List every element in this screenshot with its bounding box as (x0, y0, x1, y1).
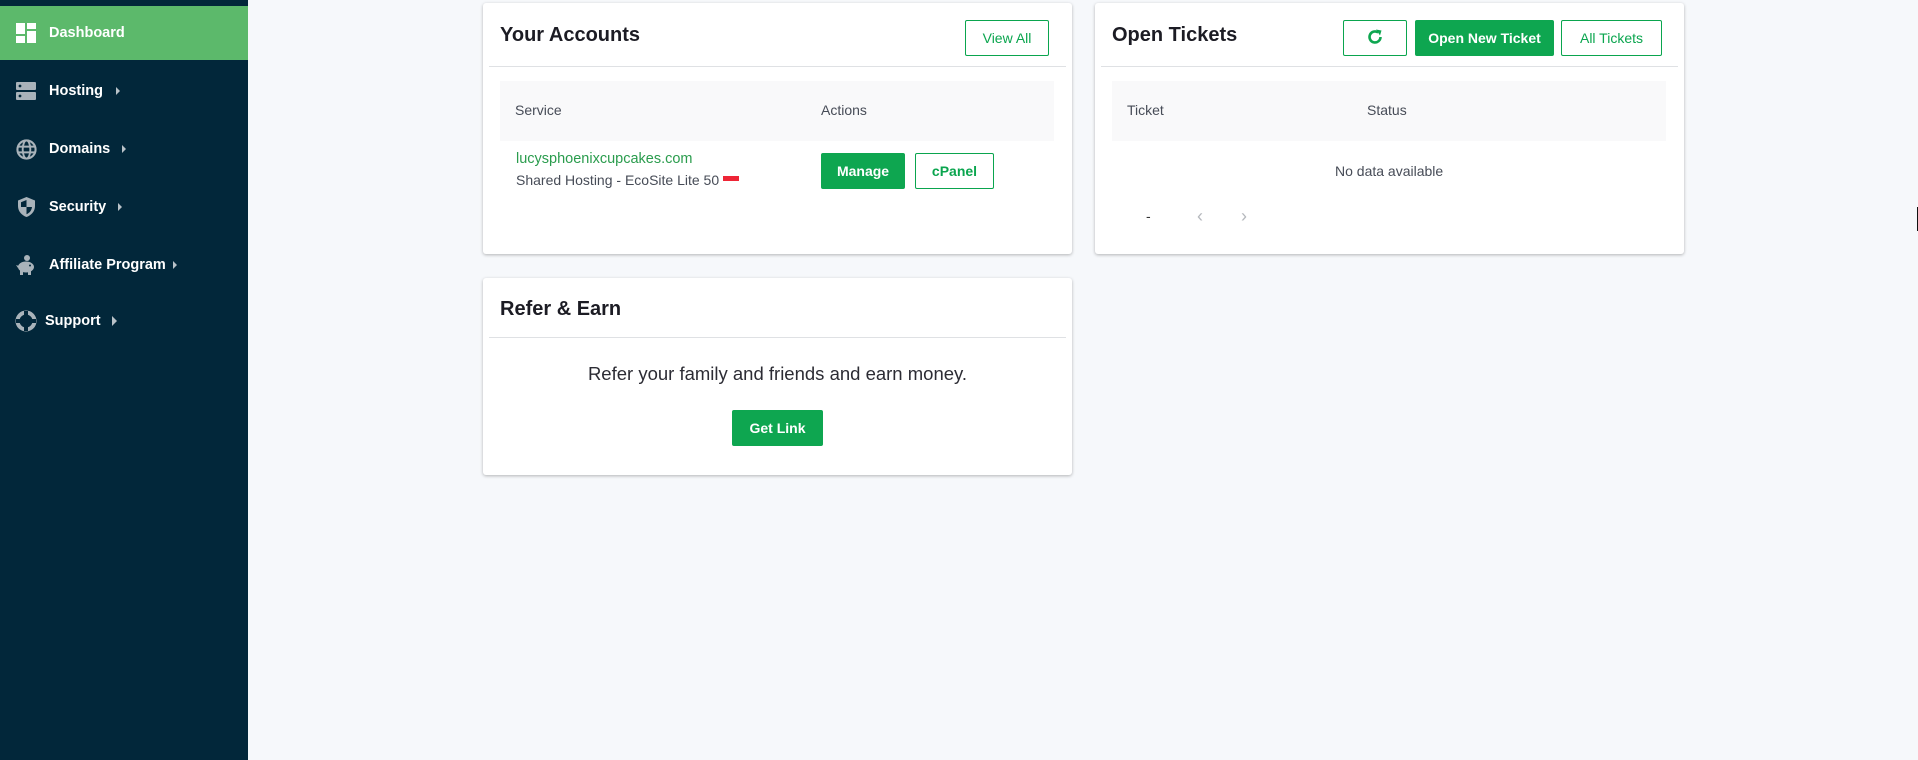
sidebar-item-label: Security (49, 199, 107, 215)
tickets-title: Open Tickets (1112, 24, 1238, 46)
globe-icon (15, 138, 37, 160)
chevron-right-icon[interactable]: › (1241, 206, 1247, 227)
sidebar-item-label: Domains (49, 141, 111, 157)
divider (1101, 66, 1678, 67)
sidebar-item-label: Affiliate Program (49, 257, 166, 273)
caret-right-icon (122, 145, 126, 153)
pagination-range: - (1146, 208, 1151, 224)
caret-right-icon (116, 87, 120, 95)
caret-right-icon (118, 203, 122, 211)
open-new-ticket-button[interactable]: Open New Ticket (1415, 20, 1554, 56)
shield-icon (15, 196, 37, 218)
sidebar-item-dashboard[interactable]: Dashboard (0, 6, 248, 60)
refresh-button[interactable] (1343, 20, 1407, 56)
all-tickets-button[interactable]: All Tickets (1561, 20, 1662, 56)
divider (489, 337, 1066, 338)
refer-earn-card: Refer & Earn Refer your family and frien… (483, 278, 1072, 475)
get-link-button[interactable]: Get Link (732, 410, 823, 446)
lifebuoy-icon (15, 310, 37, 332)
tickets-card: Open Tickets Open New Ticket All Tickets… (1095, 3, 1684, 254)
account-plan-text: Shared Hosting - EcoSite Lite 50 (516, 172, 720, 188)
column-header-ticket: Ticket (1127, 102, 1164, 118)
accounts-title: Your Accounts (500, 24, 641, 46)
manage-button[interactable]: Manage (821, 153, 905, 189)
caret-right-icon (112, 316, 117, 326)
account-plan: Shared Hosting - EcoSite Lite 50 (516, 172, 740, 188)
account-domain-link[interactable]: lucysphoenixcupcakes.com (516, 151, 693, 167)
singapore-flag-icon (723, 175, 740, 185)
refer-description: Refer your family and friends and earn m… (587, 363, 968, 384)
accounts-table-header: Service Actions (500, 81, 1054, 141)
sidebar-item-label: Dashboard (49, 25, 125, 41)
sidebar: Dashboard Hosting Domains Security Affil… (0, 0, 248, 760)
sidebar-item-affiliate-program[interactable]: Affiliate Program (0, 238, 248, 292)
view-all-button[interactable]: View All (965, 20, 1049, 56)
caret-right-icon (173, 261, 177, 269)
sidebar-item-domains[interactable]: Domains (0, 122, 248, 176)
divider (489, 66, 1066, 67)
piggy-bank-icon (15, 254, 37, 276)
chevron-left-icon[interactable]: ‹ (1197, 206, 1203, 227)
refer-earn-title: Refer & Earn (500, 298, 622, 320)
column-header-service: Service (515, 102, 562, 118)
accounts-card: Your Accounts View All Service Actions l… (483, 3, 1072, 254)
column-header-actions: Actions (821, 102, 867, 118)
sidebar-item-security[interactable]: Security (0, 180, 248, 234)
sidebar-item-label: Support (45, 313, 101, 329)
cpanel-button[interactable]: cPanel (915, 153, 994, 189)
column-header-status: Status (1367, 102, 1407, 118)
empty-state-text: No data available (1335, 163, 1444, 179)
refresh-icon (1366, 28, 1384, 49)
sidebar-item-support[interactable]: Support (0, 294, 248, 348)
sidebar-item-label: Hosting (49, 83, 103, 99)
tickets-table-header: Ticket Status (1112, 81, 1666, 141)
server-icon (15, 80, 37, 102)
dashboard-icon (15, 22, 37, 44)
sidebar-item-hosting[interactable]: Hosting (0, 64, 248, 118)
